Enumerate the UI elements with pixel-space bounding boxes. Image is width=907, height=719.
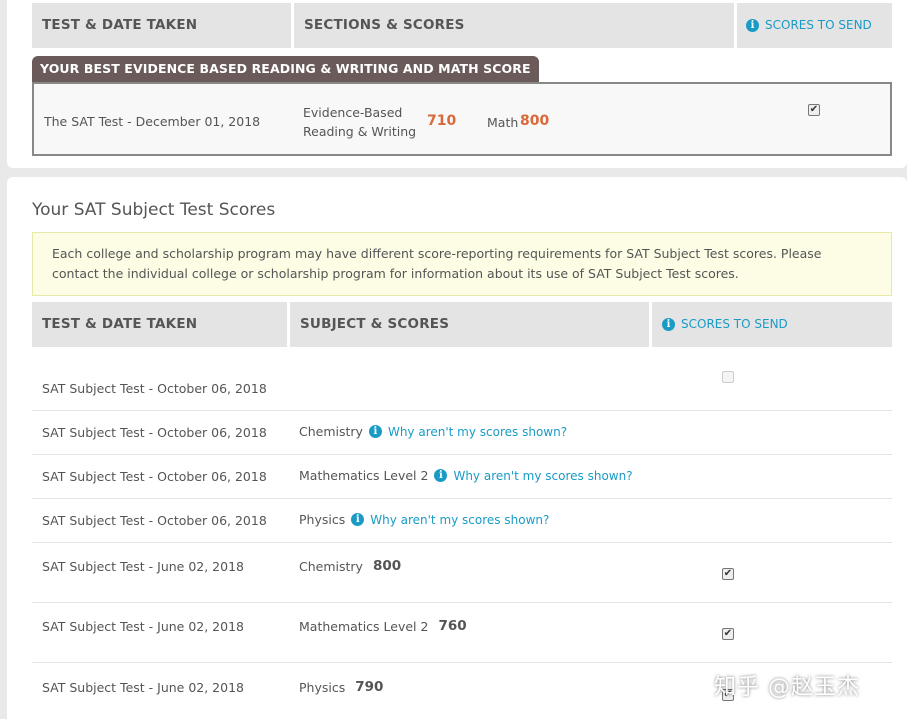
- checkmark-icon: ✔: [723, 628, 733, 639]
- row-test-date: SAT Subject Test - October 06, 2018: [42, 513, 267, 528]
- row-test-date: SAT Subject Test - June 02, 2018: [42, 680, 244, 695]
- why-scores-link[interactable]: Why aren't my scores shown?: [453, 469, 632, 483]
- row-test-date: SAT Subject Test - June 02, 2018: [42, 559, 244, 574]
- info-icon[interactable]: i: [434, 469, 448, 482]
- row-subject: Chemistry i Why aren't my scores shown?: [299, 424, 567, 439]
- info-icon: i: [662, 318, 675, 331]
- header-test-date: TEST & DATE TAKEN: [42, 17, 198, 33]
- send-score-checkbox[interactable]: ✔: [722, 628, 734, 640]
- table-row: SAT Subject Test - October 06, 2018 Chem…: [32, 411, 892, 455]
- row-subject: Physics 790: [299, 679, 383, 695]
- row-subject: Chemistry 800: [299, 558, 401, 574]
- info-icon[interactable]: i: [368, 425, 382, 438]
- subject-name: Mathematics Level 2: [299, 468, 429, 483]
- row-test-date: SAT Subject Test - June 02, 2018: [42, 619, 244, 634]
- watermark: 知乎 @赵玉杰: [714, 675, 860, 700]
- subject-name: Physics: [299, 679, 346, 695]
- send-best-score-checkbox[interactable]: ✔: [808, 104, 820, 116]
- row-subject: Mathematics Level 2 760: [299, 618, 467, 634]
- table-row: SAT Subject Test - October 06, 2018: [32, 347, 892, 411]
- row-test-date: SAT Subject Test - October 06, 2018: [42, 469, 267, 484]
- scores-to-send-link[interactable]: i SCORES TO SEND: [662, 302, 788, 347]
- subject-section-title: Your SAT Subject Test Scores: [32, 200, 276, 220]
- ebrw-label-line2: Reading & Writing: [303, 124, 417, 139]
- header-divider: [291, 3, 294, 48]
- why-scores-link[interactable]: Why aren't my scores shown?: [388, 425, 567, 439]
- why-scores-link[interactable]: Why aren't my scores shown?: [370, 513, 549, 527]
- header-divider: [649, 302, 652, 347]
- ebrw-score: 710: [427, 113, 457, 129]
- row-test-date: SAT Subject Test - October 06, 2018: [42, 381, 267, 396]
- subject-name: Chemistry: [299, 558, 363, 574]
- checkmark-icon: ✔: [809, 104, 819, 115]
- row-subject: Mathematics Level 2 i Why aren't my scor…: [299, 468, 633, 483]
- send-score-checkbox[interactable]: ✔: [722, 568, 734, 580]
- best-score-row: The SAT Test - December 01, 2018 Evidenc…: [32, 82, 892, 156]
- header-subject-scores: SUBJECT & SCORES: [300, 316, 450, 332]
- best-test-name: The SAT Test - December 01, 2018: [44, 114, 261, 129]
- info-icon: i: [746, 19, 759, 32]
- subject-name: Mathematics Level 2: [299, 618, 429, 634]
- info-icon[interactable]: i: [351, 513, 365, 526]
- subject-name: Chemistry: [299, 424, 363, 439]
- header-test-date: TEST & DATE TAKEN: [42, 316, 198, 332]
- row-test-date: SAT Subject Test - October 06, 2018: [42, 425, 267, 440]
- table-row: SAT Subject Test - October 06, 2018 Math…: [32, 455, 892, 499]
- send-score-checkbox[interactable]: [722, 371, 734, 383]
- subject-name: Physics: [299, 512, 346, 527]
- header-divider: [734, 3, 737, 48]
- math-label: Math: [487, 115, 519, 130]
- checkmark-icon: ✔: [723, 568, 733, 579]
- subject-score: 800: [372, 558, 402, 574]
- math-score: 800: [520, 113, 550, 129]
- header-sections-scores: SECTIONS & SCORES: [304, 17, 465, 33]
- table-row: SAT Subject Test - October 06, 2018 Phys…: [32, 499, 892, 543]
- subject-score: 790: [355, 679, 384, 695]
- table-row: SAT Subject Test - June 02, 2018 Chemist…: [32, 543, 892, 603]
- scores-to-send-link[interactable]: i SCORES TO SEND: [746, 3, 872, 48]
- ebrw-label-line1: Evidence-Based: [303, 105, 403, 120]
- header-divider: [287, 302, 290, 347]
- subject-notice: Each college and scholarship program may…: [32, 232, 892, 296]
- scores-to-send-label: SCORES TO SEND: [765, 18, 872, 32]
- table-row: SAT Subject Test - June 02, 2018 Mathema…: [32, 603, 892, 663]
- subject-score: 760: [438, 618, 467, 634]
- best-score-badge: YOUR BEST EVIDENCE BASED READING & WRITI…: [32, 56, 539, 82]
- scores-to-send-label: SCORES TO SEND: [681, 317, 788, 331]
- row-subject: Physics i Why aren't my scores shown?: [299, 512, 549, 527]
